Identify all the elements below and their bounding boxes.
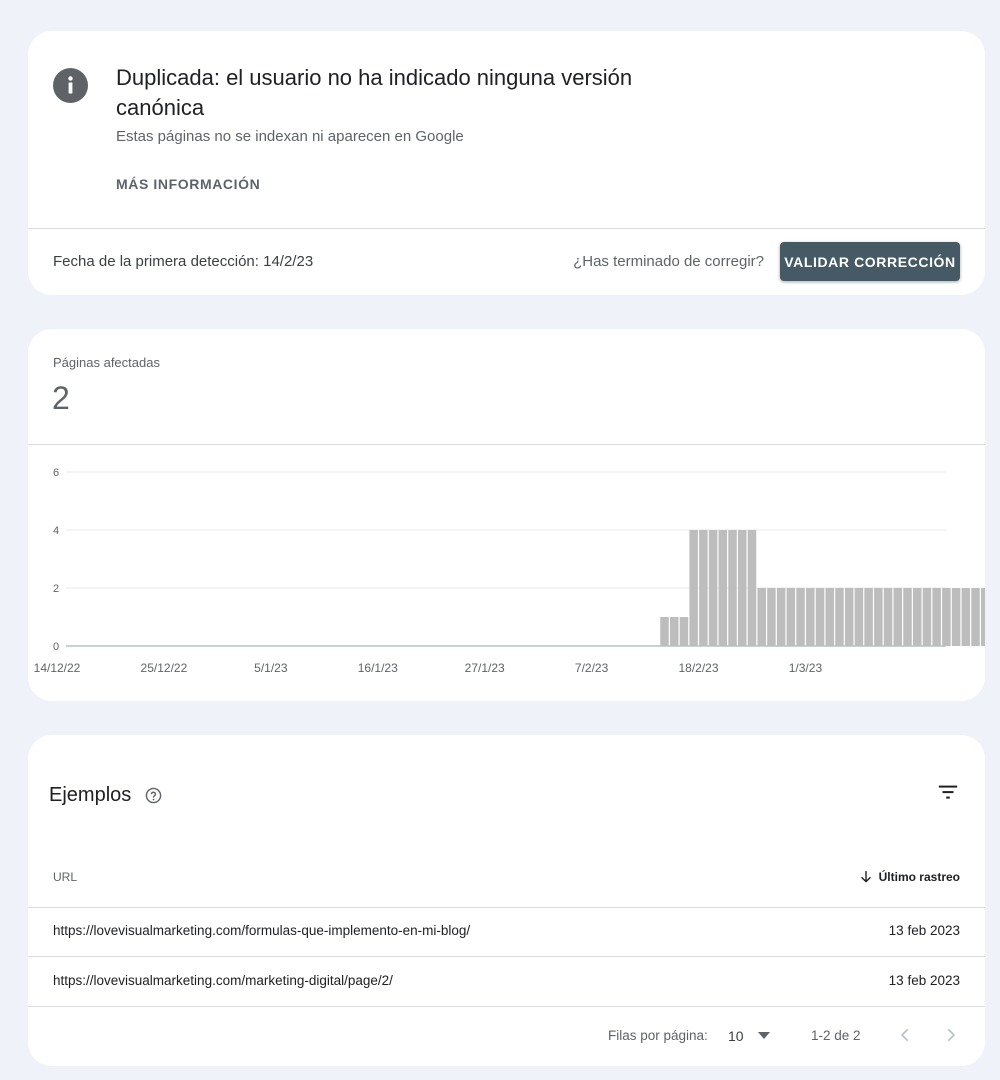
chart-bar	[786, 588, 796, 646]
filter-icon[interactable]	[937, 781, 959, 803]
chart-bar	[961, 588, 971, 646]
chart-bar	[815, 588, 825, 646]
y-tick-label: 2	[53, 583, 59, 595]
chart-bar	[942, 588, 951, 646]
pagination-range: 1-2 de 2	[811, 1028, 861, 1043]
chart-bar	[806, 588, 815, 646]
info-icon	[53, 68, 88, 103]
table-row-date: 13 feb 2023	[888, 923, 960, 938]
chart-bar	[757, 588, 766, 646]
chart-bar	[981, 588, 985, 646]
chart-bar	[708, 530, 718, 646]
affected-pages-label: Páginas afectadas	[53, 355, 160, 370]
chart-bar	[903, 588, 912, 646]
chart-bar	[883, 588, 893, 646]
more-info-link[interactable]: MÁS INFORMACIÓN	[116, 176, 260, 192]
x-tick-label: 14/12/22	[34, 661, 81, 675]
chart-bar	[776, 588, 786, 646]
chart-bar	[699, 530, 708, 646]
chart-bar	[796, 588, 805, 646]
chart-bar	[738, 530, 747, 646]
chart-bar	[669, 617, 679, 646]
table-row-date: 13 feb 2023	[888, 973, 960, 988]
column-header-last-crawl[interactable]: Último rastreo	[859, 870, 960, 884]
examples-card: Ejemplos URL Último rastreo https://love…	[28, 735, 985, 1066]
rows-per-page-select[interactable]: 10	[728, 1028, 770, 1044]
chart-bar	[835, 588, 844, 646]
chart-bar	[864, 588, 873, 646]
x-tick-label: 18/2/23	[678, 661, 718, 675]
rows-per-page-label: Filas por página:	[608, 1028, 708, 1043]
chart-bar	[951, 588, 961, 646]
chart-bar	[747, 530, 757, 646]
chart-bar	[893, 588, 903, 646]
x-tick-label: 25/12/22	[141, 661, 188, 675]
last-crawl-label: Último rastreo	[878, 870, 960, 884]
chart-bar	[689, 530, 698, 646]
affected-pages-count: 2	[52, 380, 70, 416]
chart-bar	[912, 588, 922, 646]
examples-title: Ejemplos	[49, 784, 132, 806]
finished-question: ¿Has terminado de corregir?	[573, 253, 764, 270]
issue-title: Duplicada: el usuario no ha indicado nin…	[116, 65, 633, 120]
affected-pages-chart: 0 2 4 6 14/12/22 25/12/22 5/1/23 16/1/23 27/1/23…	[34, 467, 985, 675]
chart-bar	[922, 588, 932, 646]
arrow-down-icon	[860, 871, 871, 883]
divider	[28, 228, 985, 229]
y-tick-label: 6	[53, 467, 59, 479]
x-tick-label: 1/3/23	[789, 661, 823, 675]
chart-bar	[728, 530, 737, 646]
divider	[28, 907, 985, 908]
chevron-right-icon[interactable]	[942, 1026, 960, 1044]
chart-bar	[854, 588, 864, 646]
column-header-url[interactable]: URL	[53, 870, 77, 884]
x-tick-label: 27/1/23	[465, 661, 505, 675]
chart-bar	[932, 588, 941, 646]
first-detected-date: Fecha de la primera detección: 14/2/23	[53, 253, 314, 270]
chart-bar	[874, 588, 883, 646]
help-icon[interactable]	[145, 787, 162, 804]
rows-per-page-value: 10	[728, 1028, 744, 1044]
affected-pages-card: Páginas afectadas 2 0 2 4 6 14/12/22 25/12/22…	[28, 329, 985, 701]
issue-card: Duplicada: el usuario no ha indicado nin…	[28, 31, 985, 295]
issue-subtitle: Estas páginas no se indexan ni aparecen …	[116, 128, 464, 145]
chart-bar	[844, 588, 854, 646]
table-row-url[interactable]: https://lovevisualmarketing.com/marketin…	[53, 973, 393, 988]
chart-bar	[679, 617, 689, 646]
chart-bar	[718, 530, 728, 646]
y-tick-label: 0	[53, 641, 59, 653]
validate-fix-button[interactable]: VALIDAR CORRECCIÓN	[780, 242, 960, 281]
chart-bar	[825, 588, 834, 646]
chart-bar	[767, 588, 776, 646]
chevron-left-icon[interactable]	[896, 1026, 914, 1044]
dropdown-arrow-icon	[757, 1032, 770, 1039]
x-tick-label: 5/1/23	[254, 661, 288, 675]
chart-bar	[971, 588, 980, 646]
x-tick-label: 16/1/23	[358, 661, 398, 675]
divider	[28, 956, 985, 957]
x-tick-label: 7/2/23	[575, 661, 609, 675]
y-tick-label: 4	[53, 525, 59, 537]
chart-bar	[660, 617, 669, 646]
divider	[28, 1006, 985, 1007]
table-row-url[interactable]: https://lovevisualmarketing.com/formulas…	[53, 923, 470, 938]
